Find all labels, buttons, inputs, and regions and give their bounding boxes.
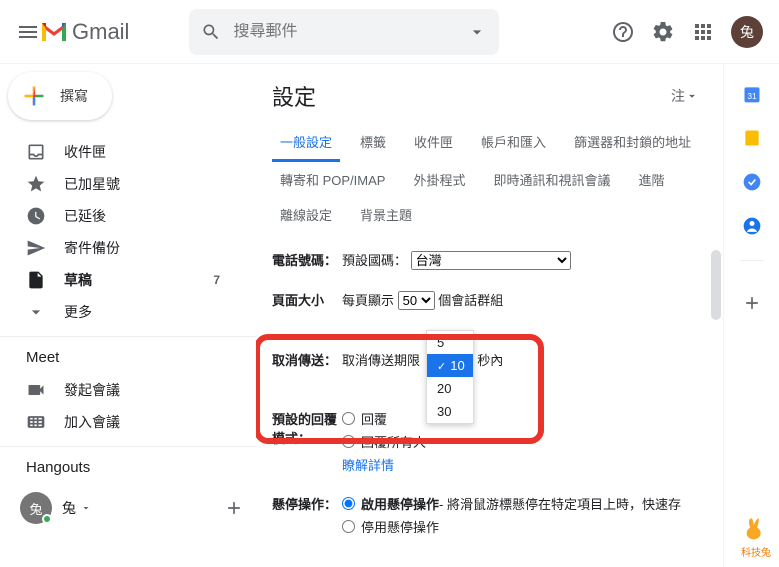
tab-themes[interactable]: 背景主題 [352, 197, 420, 232]
gmail-logo[interactable]: Gmail [40, 19, 129, 45]
plus-icon [20, 82, 48, 110]
nav-starred[interactable]: 已加星號 [0, 168, 240, 200]
side-panel: 31 [723, 64, 779, 567]
nav-more[interactable]: 更多 [0, 296, 240, 328]
calendar-icon[interactable]: 31 [742, 84, 762, 104]
pagesize-select[interactable]: 50 [398, 291, 435, 310]
radio-reply-all[interactable] [342, 435, 355, 448]
search-box[interactable] [189, 9, 499, 55]
nav-inbox[interactable]: 收件匣 [0, 136, 240, 168]
tab-inbox[interactable]: 收件匣 [406, 124, 461, 162]
meet-start[interactable]: 發起會議 [0, 374, 240, 406]
tab-offline[interactable]: 離線設定 [272, 197, 340, 232]
undo-send-dropdown[interactable]: 5 10 20 30 [426, 330, 474, 424]
settings-title: 設定 [272, 80, 316, 112]
svg-text:31: 31 [747, 91, 757, 101]
tab-advanced[interactable]: 進階 [631, 162, 673, 197]
hangouts-section-title: Hangouts [0, 446, 256, 484]
setting-phone: 電話號碼： 預設國碼： 台灣 [272, 240, 723, 280]
undo-option-30[interactable]: 30 [427, 400, 473, 423]
country-code-select[interactable]: 台灣 [411, 251, 571, 270]
keyboard-icon [26, 412, 46, 432]
chevron-down-icon[interactable] [80, 502, 92, 514]
help-icon[interactable] [611, 20, 635, 44]
tab-chat[interactable]: 即時通訊和視訊會議 [485, 162, 618, 197]
watermark-logo: 科技兔 [741, 516, 771, 559]
addons-plus-icon[interactable] [742, 293, 762, 313]
tab-forward[interactable]: 轉寄和 POP/IMAP [272, 162, 393, 197]
input-tool-dropdown[interactable]: 注 [671, 86, 699, 106]
settings-gear-icon[interactable] [651, 20, 675, 44]
tab-general[interactable]: 一般設定 [272, 124, 340, 162]
learn-more-link[interactable]: 瞭解詳情 [342, 458, 394, 473]
undo-option-10[interactable]: 10 [427, 354, 473, 377]
account-avatar[interactable]: 兔 [731, 16, 763, 48]
chevron-down-icon [26, 302, 46, 322]
send-icon [26, 238, 46, 258]
hangouts-user-row[interactable]: 兔 兔 [0, 484, 256, 532]
setting-pagesize: 頁面大小 每頁顯示 50 個會話群組 [272, 280, 723, 320]
search-input[interactable] [233, 23, 467, 41]
menu-icon[interactable] [16, 20, 40, 44]
settings-panel: 設定 注 一般設定 標籤 收件匣 帳戶和匯入 篩選器和封鎖的地址 轉寄和 POP… [256, 64, 723, 567]
nav-drafts[interactable]: 草稿 7 [0, 264, 240, 296]
setting-undo-send: 取消傳送： 取消傳送期限 秒內 5 10 20 30 [272, 320, 723, 379]
tab-labels[interactable]: 標籤 [352, 124, 394, 162]
drafts-icon [26, 270, 46, 290]
star-icon [26, 174, 46, 194]
radio-reply[interactable] [342, 412, 355, 425]
tasks-icon[interactable] [742, 172, 762, 192]
compose-button[interactable]: 撰寫 [8, 72, 112, 120]
search-icon [201, 22, 221, 42]
meet-join[interactable]: 加入會議 [0, 406, 240, 438]
apps-grid-icon[interactable] [691, 20, 715, 44]
clock-icon [26, 206, 46, 226]
contacts-icon[interactable] [742, 216, 762, 236]
tab-accounts[interactable]: 帳戶和匯入 [473, 124, 554, 162]
nav-sent[interactable]: 寄件備份 [0, 232, 240, 264]
settings-tabs: 一般設定 標籤 收件匣 帳戶和匯入 篩選器和封鎖的地址 轉寄和 POP/IMAP… [272, 124, 723, 232]
plus-icon[interactable] [224, 498, 244, 518]
radio-hover-enable[interactable] [342, 497, 355, 510]
brand-text: Gmail [72, 19, 129, 45]
compose-label: 撰寫 [60, 86, 88, 106]
keep-icon[interactable] [742, 128, 762, 148]
meet-section-title: Meet [0, 336, 256, 374]
search-options-icon[interactable] [467, 22, 487, 42]
setting-default-reply: 預設的回覆模式： 回覆 回覆所有人 瞭解詳情 [272, 379, 723, 484]
undo-option-5[interactable]: 5 [427, 331, 473, 354]
hangouts-avatar: 兔 [20, 492, 52, 524]
status-online-dot [42, 514, 52, 524]
sidebar: 撰寫 收件匣 已加星號 已延後 寄件備份 草稿 7 更多 Meet [0, 64, 256, 567]
radio-hover-disable[interactable] [342, 520, 355, 533]
tab-addons[interactable]: 外掛程式 [405, 162, 473, 197]
inbox-icon [26, 142, 46, 162]
scrollbar-thumb[interactable] [711, 250, 721, 320]
setting-hover-actions: 懸停操作： 啟用懸停操作 - 將滑鼠游標懸停在特定項目上時，快速存 停用懸停操作 [272, 484, 723, 550]
undo-option-20[interactable]: 20 [427, 377, 473, 400]
nav-snoozed[interactable]: 已延後 [0, 200, 240, 232]
video-icon [26, 380, 46, 400]
tab-filters[interactable]: 篩選器和封鎖的地址 [566, 124, 699, 162]
